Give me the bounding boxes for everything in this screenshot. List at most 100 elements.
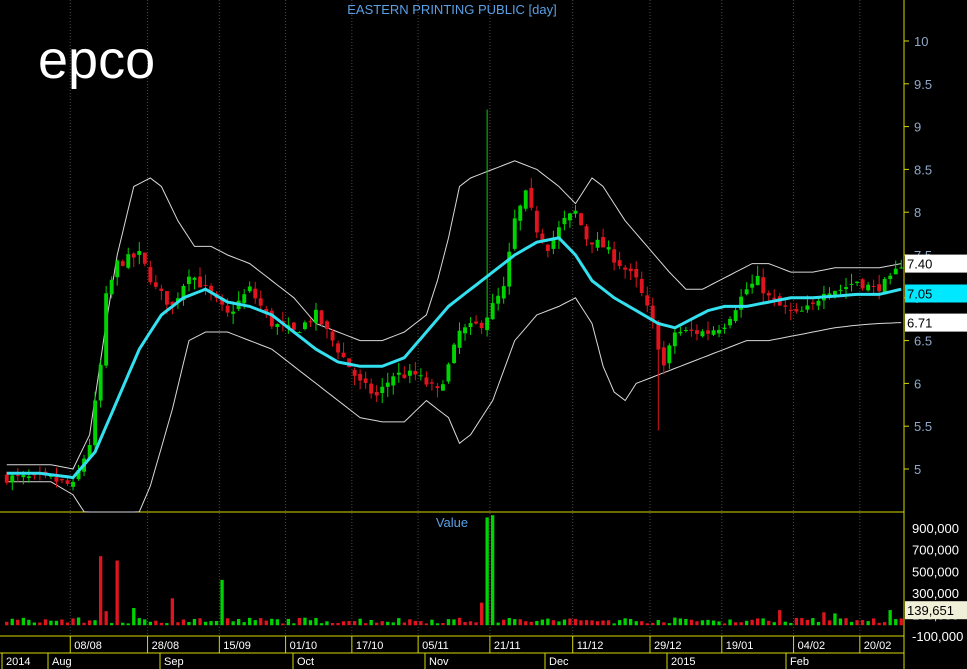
volume-bar — [894, 619, 898, 626]
volume-bar — [827, 620, 832, 626]
candle-body — [159, 288, 164, 291]
volume-bar — [551, 620, 555, 626]
candle-body — [667, 345, 672, 364]
x-major-label: Feb — [790, 656, 809, 668]
volume-bar — [137, 618, 141, 626]
candle-body — [291, 322, 296, 330]
volume-bar — [601, 620, 605, 626]
candle-body — [855, 281, 859, 284]
x-tick-label: 17/10 — [356, 640, 384, 652]
candle-body — [314, 309, 318, 323]
candle-body — [761, 277, 766, 294]
candle-body — [672, 332, 677, 347]
volume-bar — [562, 619, 567, 626]
candle-body — [231, 311, 236, 314]
volume-bar — [76, 617, 81, 626]
candle-body — [457, 330, 462, 348]
volume-bar — [209, 621, 213, 626]
volume-bar — [231, 621, 235, 626]
y-tick-label: 9.5 — [914, 77, 932, 92]
candle-body — [595, 239, 600, 248]
volume-bar — [259, 618, 263, 626]
volume-bar — [132, 608, 136, 626]
volume-bar — [844, 618, 848, 626]
volume-last-tag-label: 139,651 — [907, 603, 954, 618]
candle-body — [518, 205, 523, 221]
volume-bar — [485, 517, 489, 626]
candle-body — [783, 305, 788, 307]
volume-bar — [872, 618, 876, 626]
candle-body — [728, 319, 732, 326]
x-tick-label: 15/09 — [223, 640, 251, 652]
volume-bar — [424, 623, 428, 626]
candle-body — [501, 286, 506, 299]
candle-body — [187, 276, 191, 285]
volume-bar — [805, 619, 809, 626]
volume-bar — [584, 620, 589, 626]
candle-body — [877, 284, 882, 292]
candle-body — [380, 386, 385, 393]
volume-bar — [767, 620, 771, 626]
candle-body — [71, 481, 75, 487]
volume-bar — [237, 619, 241, 626]
candle-body — [358, 373, 363, 381]
volume-tick-label: -100,000 — [912, 629, 963, 644]
candle-body — [325, 321, 329, 329]
volume-bar — [606, 620, 611, 626]
price-tag-label: 7.05 — [907, 287, 932, 302]
candle-body — [247, 286, 252, 292]
volume-tick-label: 500,000 — [912, 564, 959, 579]
candle-body — [601, 237, 605, 248]
volume-bar — [380, 621, 384, 626]
volume-bar — [513, 619, 517, 626]
volume-bar — [629, 619, 633, 626]
volume-bar — [187, 622, 191, 626]
volume-bar — [728, 619, 732, 626]
volume-bar — [281, 623, 285, 626]
volume-bar — [38, 622, 42, 626]
candle-body — [695, 330, 699, 334]
volume-bar — [253, 620, 257, 626]
volume-bar — [143, 619, 147, 626]
candle-body — [4, 474, 9, 483]
volume-bar — [308, 620, 313, 626]
candle-body — [468, 323, 473, 327]
volume-bar — [165, 623, 169, 626]
volume-bar — [822, 612, 826, 626]
volume-bar — [833, 613, 837, 626]
candle-body — [733, 310, 738, 321]
candle-body — [275, 324, 280, 327]
candle-body — [706, 330, 710, 334]
volume-bar — [717, 621, 721, 626]
candle-body — [65, 480, 70, 484]
volume-tick-label: 700,000 — [912, 543, 959, 558]
volume-bar — [590, 620, 594, 626]
candle-body — [811, 302, 815, 304]
volume-bar — [314, 618, 318, 626]
volume-bar — [783, 621, 787, 626]
candle-body — [717, 329, 721, 334]
x-major-label: Oct — [297, 656, 314, 668]
volume-bar — [198, 618, 202, 626]
candle-body — [258, 298, 263, 306]
volume-bar — [789, 623, 793, 626]
candle-body — [192, 277, 197, 280]
volume-bar — [154, 620, 158, 626]
candle-body — [374, 392, 379, 396]
volume-label: Value — [436, 515, 468, 530]
candle-body — [689, 329, 694, 331]
volume-bar — [214, 621, 219, 626]
x-major-label: 2015 — [671, 656, 695, 668]
y-tick-label: 8.5 — [914, 162, 932, 177]
volume-bar — [292, 623, 296, 626]
volume-bar — [546, 618, 550, 626]
candle-body — [98, 364, 103, 401]
candle-body — [418, 375, 423, 377]
y-tick-label: 9 — [914, 120, 921, 135]
volume-bar — [121, 622, 125, 626]
candle-body — [573, 210, 578, 214]
candle-body — [165, 291, 169, 305]
volume-bar — [104, 611, 108, 626]
volume-bar — [248, 617, 252, 626]
volume-bar — [800, 618, 804, 626]
